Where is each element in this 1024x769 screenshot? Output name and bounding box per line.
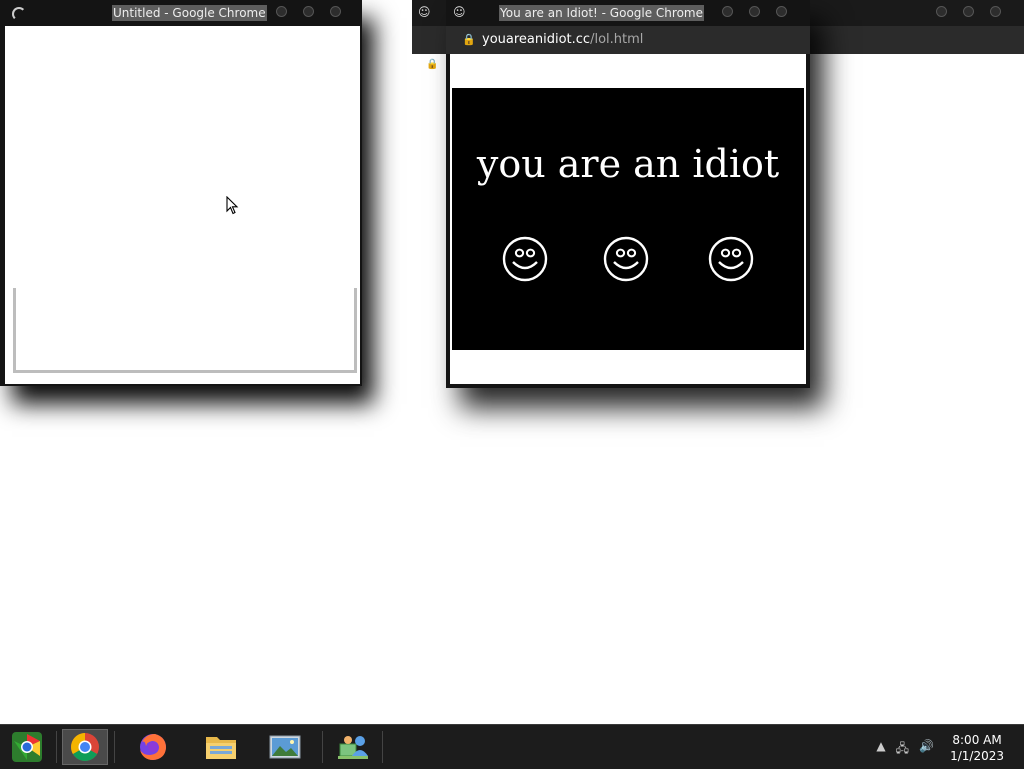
minimize-button[interactable] <box>722 6 733 17</box>
page-content: you are an idiot <box>450 54 806 384</box>
network-people-icon <box>338 736 368 759</box>
taskbar-firefox[interactable] <box>130 729 176 765</box>
clock-date: 1/1/2023 <box>950 749 1004 763</box>
url-domain: youareanidiot.cc <box>482 32 591 47</box>
chrome-icon <box>71 733 99 761</box>
url-path: /lol.html <box>590 32 644 47</box>
picture-icon <box>269 735 301 759</box>
window-title[interactable]: Untitled - Google Chrome <box>112 5 267 21</box>
taskbar-network-manager[interactable] <box>330 729 376 765</box>
clock-time: 8:00 AM <box>952 733 1002 747</box>
mouse-pointer-icon <box>226 196 239 215</box>
lock-icon: 🔒 <box>462 33 476 46</box>
smiley-face-icon <box>603 236 649 282</box>
tray-expand-icon[interactable]: ▲ <box>876 739 885 760</box>
minimize-button[interactable] <box>936 6 947 17</box>
smiley-favicon-icon: ☺ <box>418 5 431 19</box>
lock-icon: 🔒 <box>426 59 439 70</box>
start-orb-icon <box>12 732 42 762</box>
url-text[interactable]: youareanidiot.cc/lol.html <box>482 32 643 47</box>
close-button[interactable] <box>776 6 787 17</box>
maximize-button[interactable] <box>749 6 760 17</box>
untitled-chrome-window: Untitled - Google Chrome <box>0 0 362 386</box>
maximize-button[interactable] <box>303 6 314 17</box>
taskbar: ▲ 🖧 🔊 8:00 AM 1/1/2023 <box>0 724 1024 769</box>
maximize-button[interactable] <box>963 6 974 17</box>
folder-icon <box>206 737 236 759</box>
message-panel: you are an idiot <box>452 88 804 350</box>
volume-icon[interactable]: 🔊 <box>919 739 934 760</box>
window-title[interactable]: You are an Idiot! - Google Chrome <box>499 5 704 21</box>
network-icon[interactable]: 🖧 <box>896 739 909 760</box>
smiley-face-icon <box>708 236 754 282</box>
loading-spinner-icon <box>12 7 26 21</box>
page-content <box>5 26 360 384</box>
minimize-button[interactable] <box>276 6 287 17</box>
taskbar-file-explorer[interactable] <box>198 729 244 765</box>
smiley-face-icon <box>502 236 548 282</box>
idiot-chrome-window: ☺ You are an Idiot! - Google Chrome 🔒 yo… <box>446 0 810 388</box>
system-tray: ▲ 🖧 🔊 <box>876 739 934 760</box>
close-button[interactable] <box>990 6 1001 17</box>
close-button[interactable] <box>330 6 341 17</box>
start-button[interactable] <box>4 729 50 765</box>
taskbar-chrome[interactable] <box>62 729 108 765</box>
firefox-icon <box>140 734 166 760</box>
taskbar-photo-viewer[interactable] <box>262 729 308 765</box>
page-frame <box>13 288 357 373</box>
smiley-favicon-icon: ☺ <box>453 5 466 19</box>
taskbar-clock[interactable]: 8:00 AM 1/1/2023 <box>950 732 1004 764</box>
page-message: you are an idiot <box>476 142 780 186</box>
